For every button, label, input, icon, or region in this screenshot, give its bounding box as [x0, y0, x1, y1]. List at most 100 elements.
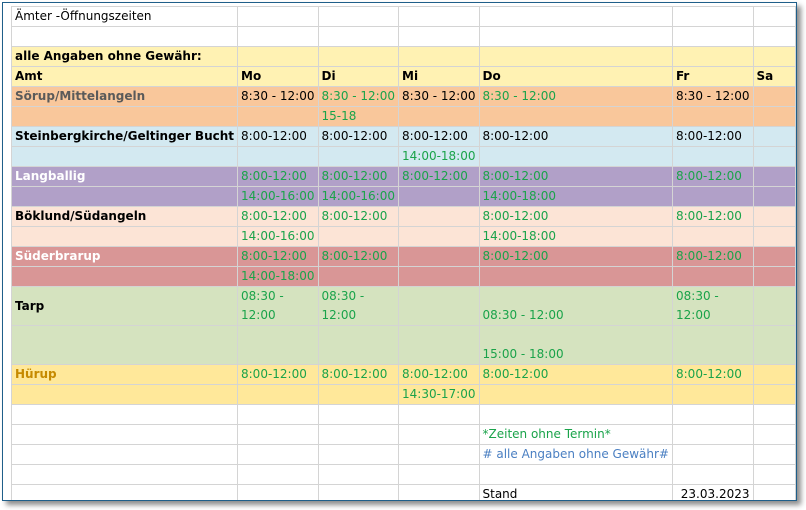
cell[interactable]: [237, 404, 319, 425]
cell[interactable]: [752, 26, 796, 47]
cell[interactable]: [317, 424, 399, 445]
cell[interactable]: [478, 106, 673, 127]
cell[interactable]: [11, 384, 238, 405]
cell[interactable]: [317, 46, 399, 67]
cell[interactable]: [752, 166, 796, 187]
cell[interactable]: [752, 484, 796, 500]
cell[interactable]: [317, 444, 399, 465]
cell[interactable]: [752, 364, 796, 385]
cell[interactable]: [398, 424, 480, 445]
cell[interactable]: [478, 6, 673, 27]
cell[interactable]: [752, 444, 796, 465]
cell[interactable]: [398, 6, 480, 27]
cell[interactable]: [752, 226, 796, 247]
cell[interactable]: [672, 384, 754, 405]
cell[interactable]: [672, 186, 754, 207]
cell[interactable]: [672, 325, 754, 365]
time-cell: 8:30 - 12:00: [398, 86, 480, 107]
cell[interactable]: [478, 46, 673, 67]
cell[interactable]: [237, 464, 319, 485]
cell[interactable]: [11, 404, 238, 425]
cell[interactable]: [398, 206, 480, 227]
cell[interactable]: [11, 186, 238, 207]
cell[interactable]: [752, 146, 796, 167]
cell[interactable]: [317, 464, 399, 485]
cell[interactable]: [398, 266, 480, 287]
cell[interactable]: [398, 26, 480, 47]
cell[interactable]: [752, 126, 796, 147]
cell[interactable]: [752, 106, 796, 127]
cell[interactable]: [478, 26, 673, 47]
cell[interactable]: [317, 404, 399, 425]
cell[interactable]: [11, 424, 238, 445]
cell[interactable]: [11, 444, 238, 465]
cell[interactable]: [317, 26, 399, 47]
cell[interactable]: [11, 106, 238, 127]
cell[interactable]: [11, 325, 238, 365]
cell[interactable]: [672, 404, 754, 425]
cell[interactable]: [478, 384, 673, 405]
cell[interactable]: [672, 26, 754, 47]
cell[interactable]: [752, 246, 796, 267]
cell[interactable]: [752, 46, 796, 67]
cell[interactable]: [237, 146, 319, 167]
cell[interactable]: [11, 26, 238, 47]
cell[interactable]: [237, 424, 319, 445]
cell[interactable]: [11, 484, 238, 500]
cell[interactable]: [752, 464, 796, 485]
cell[interactable]: [672, 226, 754, 247]
cell[interactable]: [237, 325, 319, 365]
cell[interactable]: [398, 286, 480, 326]
cell[interactable]: [672, 266, 754, 287]
cell[interactable]: [237, 26, 319, 47]
cell[interactable]: [237, 444, 319, 465]
cell[interactable]: [317, 266, 399, 287]
cell[interactable]: [11, 226, 238, 247]
cell[interactable]: [398, 325, 480, 365]
cell[interactable]: [672, 146, 754, 167]
cell[interactable]: [672, 6, 754, 27]
cell[interactable]: [752, 86, 796, 107]
cell[interactable]: [752, 384, 796, 405]
cell[interactable]: [752, 206, 796, 227]
cell[interactable]: [398, 226, 480, 247]
cell[interactable]: [398, 444, 480, 465]
cell[interactable]: [398, 186, 480, 207]
cell[interactable]: [237, 384, 319, 405]
cell[interactable]: [398, 106, 480, 127]
cell[interactable]: [11, 146, 238, 167]
cell[interactable]: [398, 46, 480, 67]
cell[interactable]: [398, 464, 480, 485]
cell[interactable]: [317, 484, 399, 500]
cell[interactable]: [672, 106, 754, 127]
cell[interactable]: [398, 404, 480, 425]
cell[interactable]: [752, 325, 796, 365]
cell[interactable]: [398, 484, 480, 500]
cell[interactable]: [752, 424, 796, 445]
cell[interactable]: [478, 266, 673, 287]
cell[interactable]: [11, 464, 238, 485]
cell[interactable]: [317, 6, 399, 27]
cell[interactable]: [237, 484, 319, 500]
cell[interactable]: [752, 286, 796, 326]
cell[interactable]: [672, 46, 754, 67]
cell[interactable]: [752, 6, 796, 27]
cell[interactable]: [752, 186, 796, 207]
cell[interactable]: [478, 146, 673, 167]
cell[interactable]: [478, 404, 673, 425]
cell[interactable]: [672, 444, 754, 465]
cell[interactable]: [752, 404, 796, 425]
cell[interactable]: [11, 266, 238, 287]
cell[interactable]: [237, 46, 319, 67]
cell[interactable]: [317, 226, 399, 247]
cell[interactable]: [317, 384, 399, 405]
cell[interactable]: [398, 246, 480, 267]
cell[interactable]: [317, 146, 399, 167]
cell[interactable]: [237, 6, 319, 27]
cell[interactable]: [478, 464, 673, 485]
cell[interactable]: [672, 424, 754, 445]
cell[interactable]: [237, 106, 319, 127]
cell[interactable]: [752, 266, 796, 287]
cell[interactable]: [672, 464, 754, 485]
cell[interactable]: [317, 325, 399, 365]
